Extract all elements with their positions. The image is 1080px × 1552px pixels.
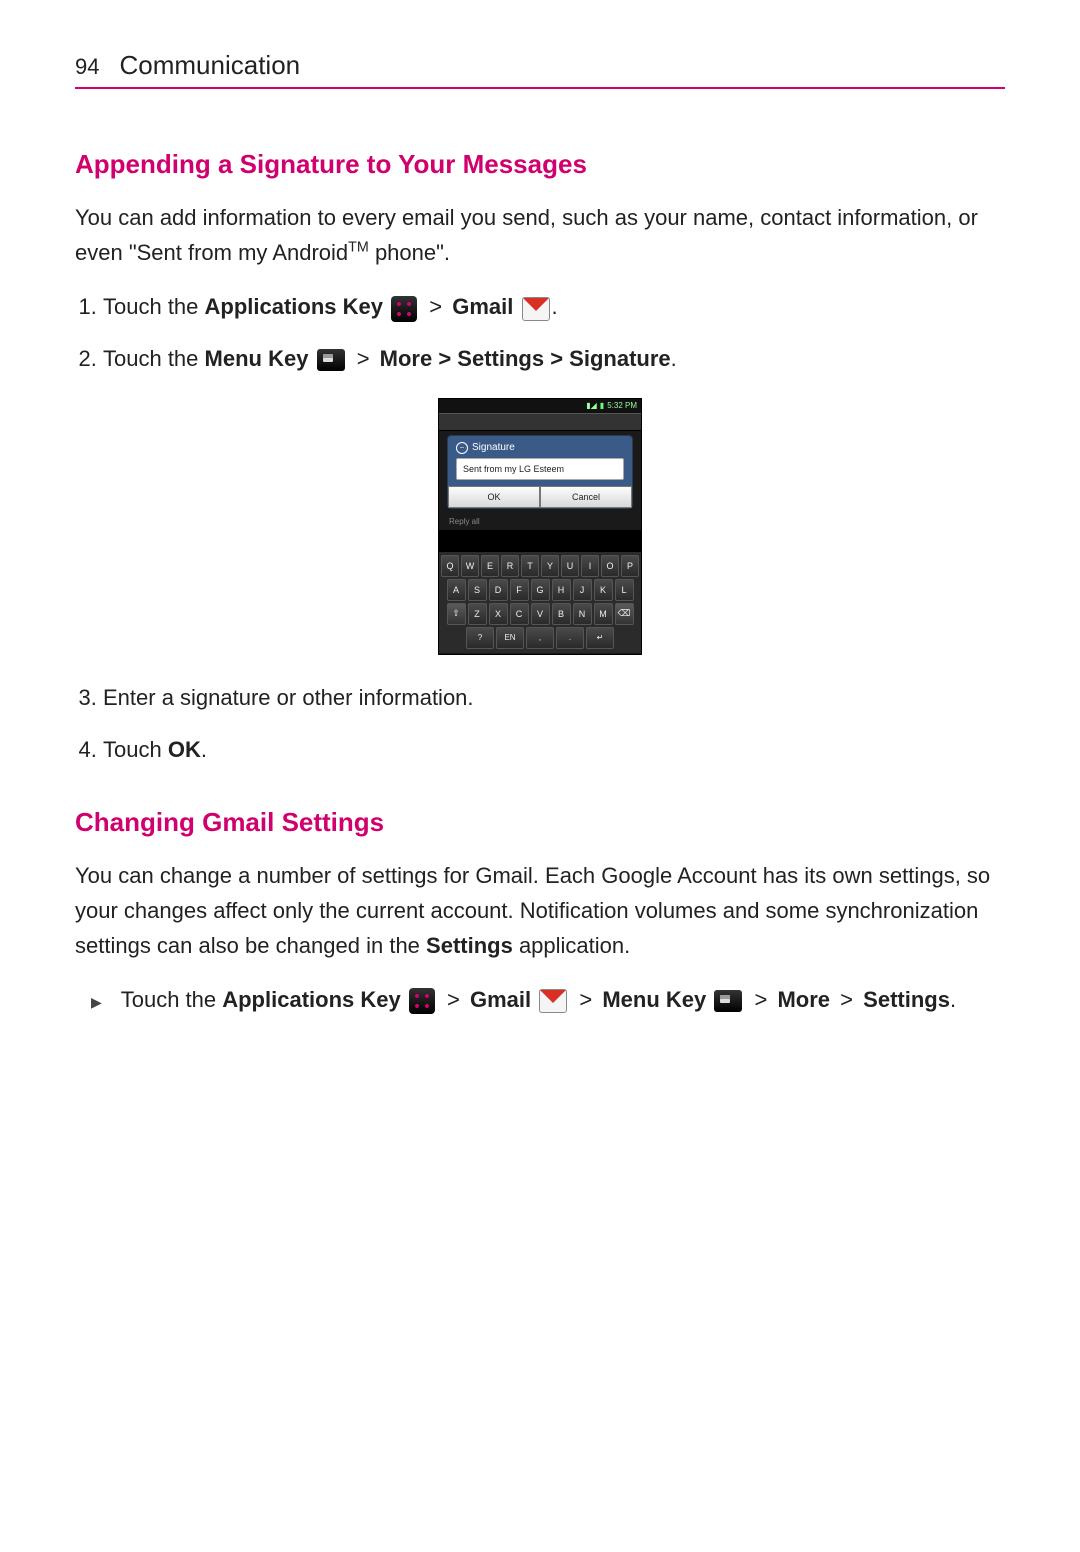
key-,[interactable]: , [526,627,554,649]
key-l[interactable]: L [615,579,634,601]
section1-intro: You can add information to every email y… [75,200,1005,270]
key-q[interactable]: Q [441,555,459,577]
key-d[interactable]: D [489,579,508,601]
key-⇧[interactable]: ⇧ [447,603,466,625]
key-z[interactable]: Z [468,603,487,625]
key-g[interactable]: G [531,579,550,601]
key-e[interactable]: E [481,555,499,577]
key-i[interactable]: I [581,555,599,577]
step-1: Touch the Applications Key > Gmail . [103,286,1005,328]
key-f[interactable]: F [510,579,529,601]
key-p[interactable]: P [621,555,639,577]
key-b[interactable]: B [552,603,571,625]
key-↵[interactable]: ↵ [586,627,614,649]
key-j[interactable]: J [573,579,592,601]
signal-icon: ▮◢ [586,401,597,410]
section-heading-signature: Appending a Signature to Your Messages [75,149,1005,180]
key-u[interactable]: U [561,555,579,577]
dialog-title-icon: – [456,442,468,454]
key-x[interactable]: X [489,603,508,625]
section2-intro: You can change a number of settings for … [75,858,1005,964]
key-en[interactable]: EN [496,627,524,649]
bullet-step: Touch the Applications Key > Gmail > Men… [115,979,1005,1021]
key-s[interactable]: S [468,579,487,601]
signature-dialog: – Signature Sent from my LG Esteem OK Ca… [447,435,633,509]
menu-key-icon [317,349,345,371]
cancel-button[interactable]: Cancel [540,486,632,508]
gmail-icon [539,989,567,1013]
status-time: 5:32 PM [607,401,637,410]
header-title: Communication [119,50,300,81]
page-header: 94 Communication [75,50,1005,89]
key-h[interactable]: H [552,579,571,601]
page-number: 94 [75,54,99,80]
key-?[interactable]: ? [466,627,494,649]
key-o[interactable]: O [601,555,619,577]
key-⌫[interactable]: ⌫ [615,603,634,625]
battery-icon: ▮ [600,401,604,410]
step-3: Enter a signature or other information. [103,677,1005,719]
reply-all-text: Reply all [439,513,641,530]
key-n[interactable]: N [573,603,592,625]
dialog-title: – Signature [456,440,624,458]
key-w[interactable]: W [461,555,479,577]
ok-button[interactable]: OK [448,486,540,508]
key-r[interactable]: R [501,555,519,577]
applications-key-icon [391,296,417,322]
step-2: Touch the Menu Key > More > Settings > S… [103,338,1005,380]
keyboard[interactable]: QWERTYUIOP ASDFGHJKL ⇧ZXCVBNM⌫ ?EN,.↵ [439,552,641,653]
key-m[interactable]: M [594,603,613,625]
key-a[interactable]: A [447,579,466,601]
step-4: Touch OK. [103,729,1005,771]
phone-screenshot: ▮◢ ▮ 5:32 PM – Signature Sent from my LG… [438,398,642,655]
applications-key-icon [409,988,435,1014]
key-y[interactable]: Y [541,555,559,577]
status-bar: ▮◢ ▮ 5:32 PM [439,399,641,413]
key-t[interactable]: T [521,555,539,577]
gmail-icon [522,297,550,321]
key-k[interactable]: K [594,579,613,601]
section-heading-gmail-settings: Changing Gmail Settings [75,807,1005,838]
menu-key-icon [714,990,742,1012]
signature-input[interactable]: Sent from my LG Esteem [456,458,624,480]
key-v[interactable]: V [531,603,550,625]
key-.[interactable]: . [556,627,584,649]
titlebar [439,413,641,431]
key-c[interactable]: C [510,603,529,625]
